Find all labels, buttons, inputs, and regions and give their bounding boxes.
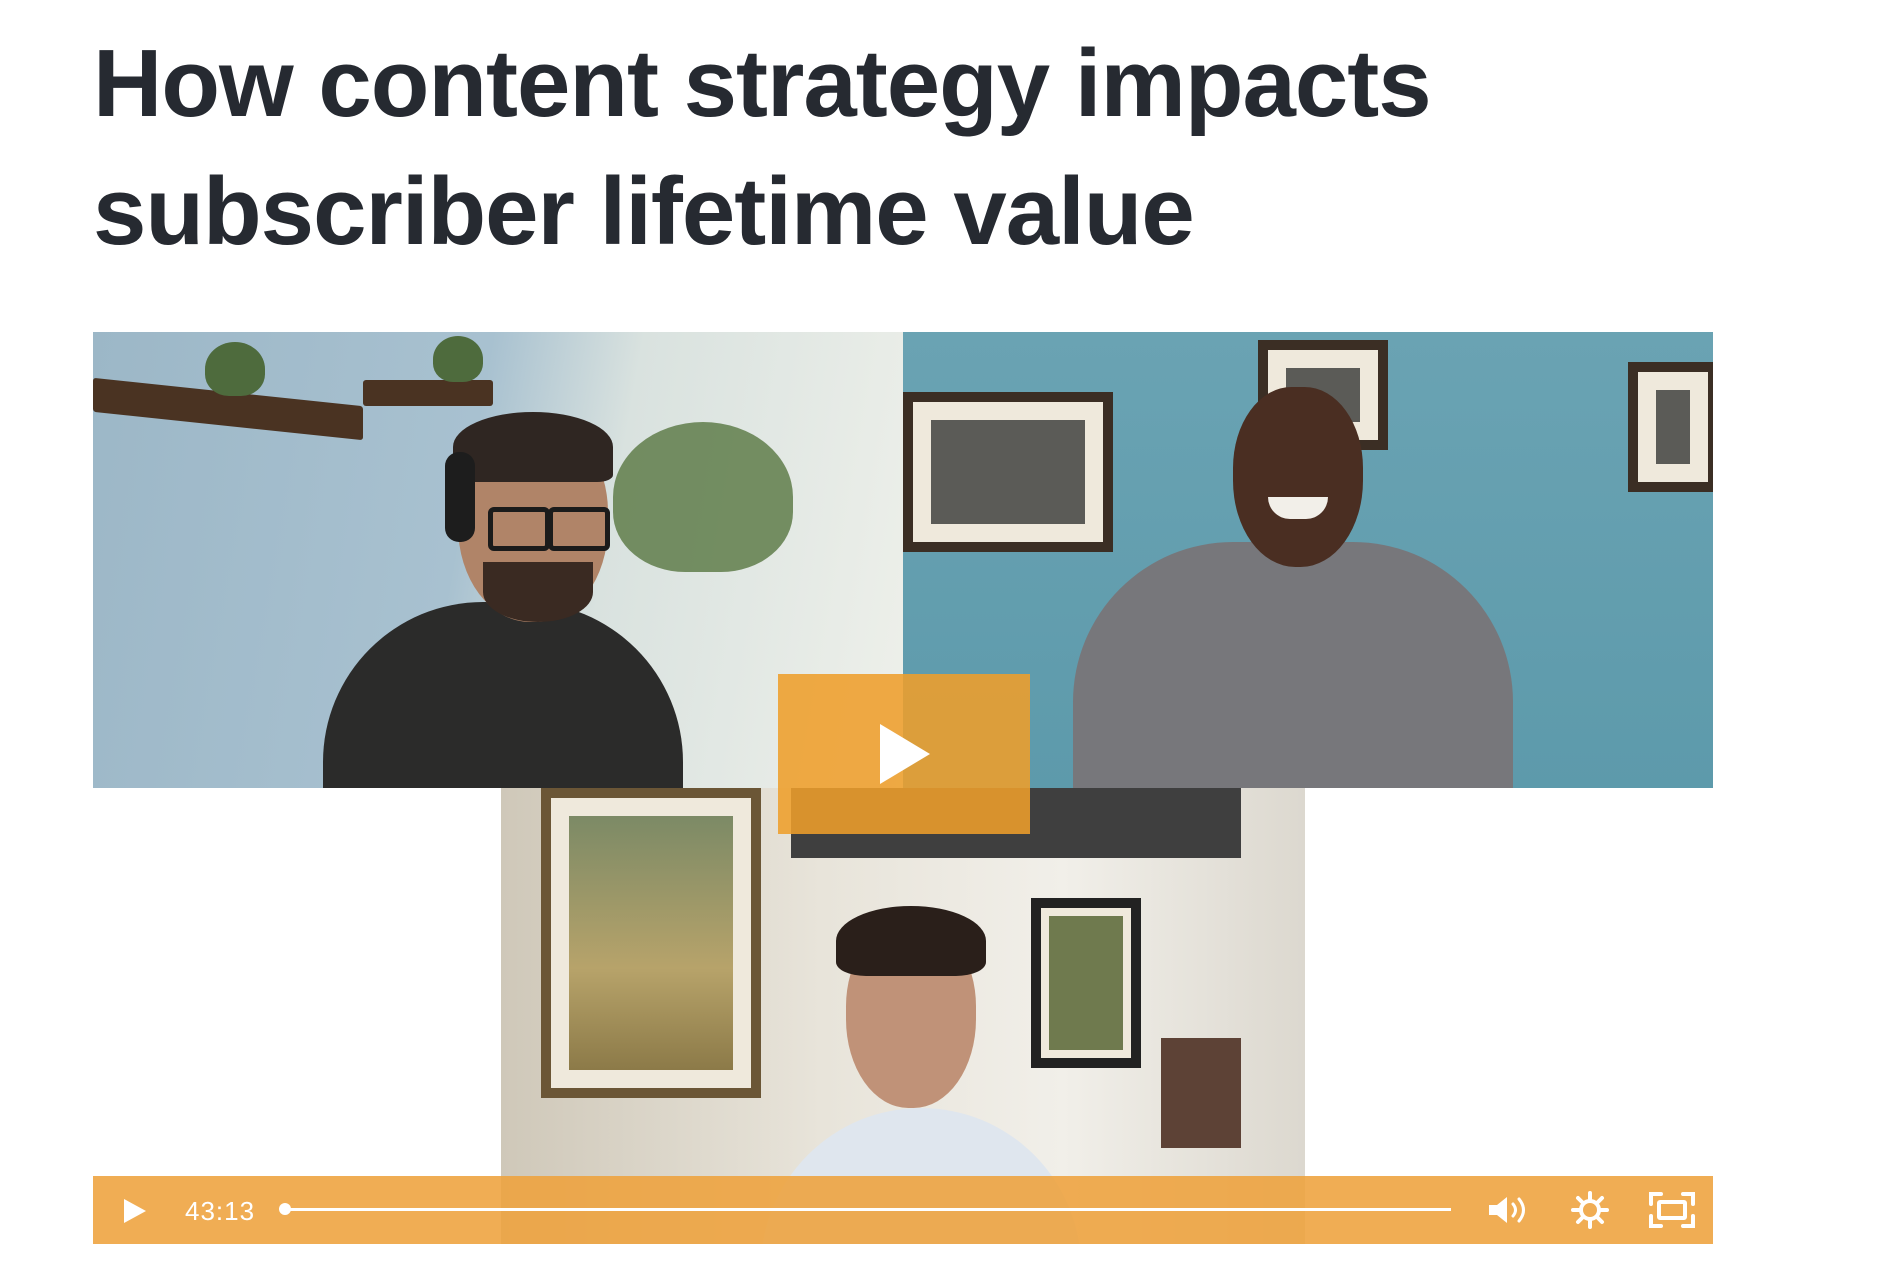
title-line-2: subscriber lifetime value <box>93 158 1195 265</box>
gear-icon[interactable] <box>1571 1191 1609 1229</box>
fullscreen-icon[interactable] <box>1649 1192 1695 1228</box>
bookshelf <box>1161 1038 1241 1148</box>
volume-icon[interactable] <box>1487 1193 1531 1227</box>
title-line-1: How content strategy impacts <box>93 30 1432 137</box>
progress-bar[interactable] <box>285 1208 1451 1211</box>
wall-picture <box>903 392 1113 552</box>
wall-painting <box>541 788 761 1098</box>
wall-picture <box>1628 362 1713 492</box>
plant-decoration <box>433 336 483 382</box>
window-plants <box>613 422 793 572</box>
wall-shelf <box>363 380 493 406</box>
big-play-button[interactable] <box>778 674 1030 834</box>
play-icon <box>880 724 930 784</box>
plant-decoration <box>205 342 265 396</box>
progress-handle[interactable] <box>279 1203 291 1215</box>
video-duration: 43:13 <box>185 1196 256 1226</box>
play-button[interactable] <box>119 1196 149 1226</box>
video-control-bar: 43:13 <box>93 1176 1713 1244</box>
article-title: How content strategy impacts subscriber … <box>93 20 1593 276</box>
wall-picture <box>1031 898 1141 1068</box>
